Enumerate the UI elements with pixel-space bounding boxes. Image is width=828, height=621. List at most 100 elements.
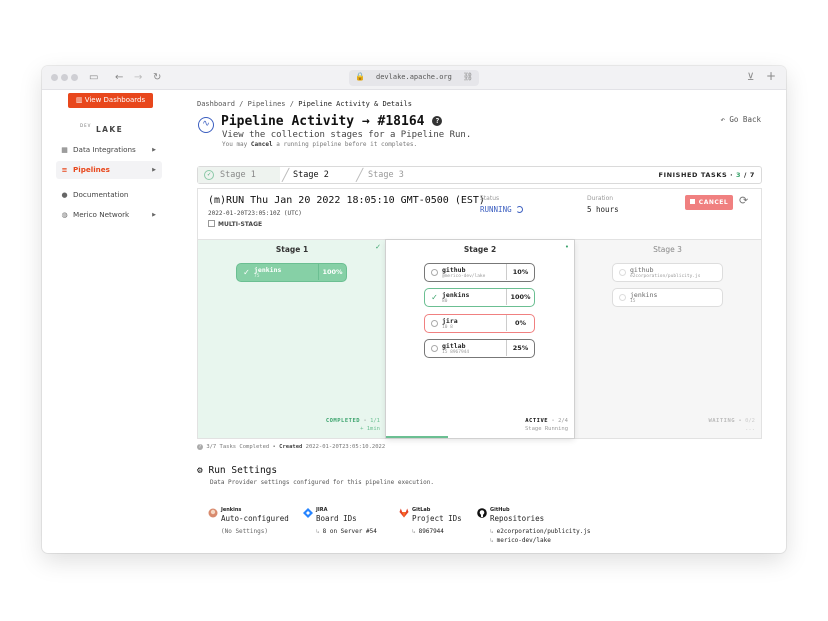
link-icon[interactable]: ⛓: [463, 72, 473, 81]
breadcrumb-current: Pipeline Activity & Details: [298, 100, 412, 108]
stage-progress-bar: [386, 436, 448, 438]
help-icon[interactable]: ?: [432, 116, 443, 126]
sidebar-item-documentation[interactable]: ● Documentation: [56, 186, 162, 204]
address-bar[interactable]: 🔒 devlake.apache.org ⛓: [349, 70, 479, 86]
go-back-button[interactable]: ↶ Go Back: [720, 115, 761, 124]
download-icon[interactable]: ⊻: [747, 71, 754, 85]
tab-stage-3[interactable]: Stage 3: [368, 167, 404, 183]
help-icon: ●: [61, 191, 68, 199]
view-dashboards-button[interactable]: ▥ View Dashboards: [68, 93, 153, 108]
loading-icon: [431, 345, 438, 352]
task-sub: 15: [630, 299, 636, 304]
stage-count: 0/2: [745, 418, 755, 424]
hint-bold: Cancel: [250, 141, 273, 148]
provider-name: GitHub: [490, 507, 510, 513]
task-card[interactable]: jira 10 8 0%: [424, 314, 535, 333]
sidebar-item-label: Data Integrations: [73, 145, 136, 154]
task-card[interactable]: jenkins 15: [612, 288, 723, 307]
reload-icon[interactable]: ↻: [153, 71, 161, 85]
cancel-button[interactable]: CANCEL: [685, 195, 733, 210]
jenkins-icon: [208, 508, 218, 518]
page-title-text: Pipeline Activity → #18164: [221, 114, 425, 129]
grid-icon: ▦: [61, 146, 68, 154]
stage-footer: ACTIVE · 2/4 Stage Running: [524, 418, 568, 432]
check-icon: ✓: [243, 268, 250, 277]
breadcrumb-pipelines[interactable]: Pipelines: [248, 100, 286, 108]
sidebar-toggle-icon[interactable]: ▭: [89, 71, 98, 85]
provider-name: JIRA: [316, 507, 328, 513]
pending-icon: [619, 269, 626, 276]
loading-icon: [431, 269, 438, 276]
provider-name: GitLab: [412, 507, 431, 513]
run-settings-title-text: Run Settings: [208, 465, 278, 476]
url-text: devlake.apache.org: [376, 73, 452, 81]
task-name: jenkins: [630, 291, 658, 299]
task-card[interactable]: ✓ jenkins 80 100%: [424, 288, 535, 307]
tasks-completed-summary: ? 3/7 Tasks Completed • Created 2022-01-…: [197, 444, 386, 450]
refresh-icon[interactable]: ⟳: [739, 194, 748, 207]
caret-right-icon: ▶: [152, 147, 156, 153]
multi-stage-badge: MULTI-STAGE: [208, 220, 262, 228]
stage-heading: Stage 3: [653, 245, 682, 254]
finished-tasks-total: 7: [749, 171, 755, 179]
tab-label: Stage 3: [368, 170, 404, 180]
task-progress: 100%: [318, 264, 346, 280]
jira-icon: [303, 508, 313, 518]
status-text: RUNNING: [480, 205, 512, 214]
tab-stage-1[interactable]: ✓ Stage 1: [198, 167, 280, 183]
forward-arrow-icon[interactable]: →: [134, 71, 142, 85]
stages-board: Stage 1 ✓ ✓ jenkins 75 100% COMPLETED · …: [197, 239, 762, 439]
active-dot-icon: •: [564, 243, 569, 251]
window-maximize-dot[interactable]: [71, 74, 78, 81]
breadcrumb-separator: /: [289, 100, 294, 108]
finished-tasks-done: 3: [736, 171, 742, 179]
caret-right-icon: ▶: [152, 212, 156, 218]
new-tab-icon[interactable]: +: [766, 69, 776, 83]
back-arrow-icon[interactable]: ←: [115, 71, 123, 85]
sidebar-item-label: Merico Network: [73, 210, 130, 219]
run-summary-card: (m)RUN Thu Jan 20 2022 18:05:10 GMT-0500…: [197, 188, 762, 239]
gear-icon: ⚙: [197, 465, 203, 476]
chart-icon: ▥: [75, 96, 83, 104]
multi-stage-label: MULTI-STAGE: [218, 221, 263, 228]
task-sub: @merico-dev/lake: [442, 274, 486, 279]
stage-duration: + 1min: [360, 426, 380, 432]
cancel-label: CANCEL: [698, 199, 729, 206]
run-title: (m)RUN Thu Jan 20 2022 18:05:10 GMT-0500…: [208, 195, 485, 206]
task-name: jenkins: [254, 266, 282, 274]
layers-icon: [208, 220, 215, 227]
help-icon: ?: [197, 444, 203, 450]
task-name: github: [630, 266, 654, 274]
sidebar-item-data-integrations[interactable]: ▦ Data Integrations ▶: [56, 141, 162, 159]
task-card[interactable]: github @merico-dev/lake 10%: [424, 263, 535, 282]
lock-icon: 🔒: [355, 72, 365, 81]
task-card[interactable]: ✓ jenkins 75 100%: [236, 263, 347, 282]
task-card[interactable]: gitlab 15 8967944 25%: [424, 339, 535, 358]
finished-tasks-label: FINISHED TASKS: [658, 171, 728, 179]
browser-toolbar: ▭ ← → ↻ 🔒 devlake.apache.org ⛓ ⊻ +: [42, 66, 786, 90]
go-back-label: Go Back: [729, 115, 761, 124]
stage-footer: COMPLETED · 1/1 + 1min: [325, 418, 380, 432]
window-close-dot[interactable]: [51, 74, 58, 81]
tab-divider: ╱: [282, 168, 290, 182]
task-card[interactable]: github e2corporation/publicity.js: [612, 263, 723, 282]
gitlab-icon: [399, 508, 409, 518]
stage-heading: Stage 1: [275, 245, 309, 254]
provider-setting-detail: ↳ 8967944: [412, 528, 444, 535]
stage-substatus: ...: [745, 426, 755, 432]
sidebar-item-merico-network[interactable]: ◍ Merico Network ▶: [56, 206, 162, 224]
breadcrumb-dashboard[interactable]: Dashboard: [197, 100, 235, 108]
created-label: Created: [279, 444, 303, 450]
spinner-icon: [516, 206, 524, 213]
undo-icon: ↶: [720, 115, 725, 124]
task-sub: e2corporation/publicity.js: [630, 274, 701, 279]
window-minimize-dot[interactable]: [61, 74, 68, 81]
duration-value: 5 hours: [587, 205, 619, 214]
tab-stage-2[interactable]: Stage 2: [293, 167, 329, 183]
task-progress: 0%: [506, 315, 534, 331]
task-sub: 15 8967944: [442, 350, 470, 355]
sidebar-item-pipelines[interactable]: ≡ Pipelines ▶: [56, 161, 162, 179]
sidebar-item-label: Pipelines: [73, 165, 110, 174]
stage-status: COMPLETED: [325, 418, 361, 424]
created-value: 2022-01-20T23:05:10.2022: [305, 444, 386, 450]
